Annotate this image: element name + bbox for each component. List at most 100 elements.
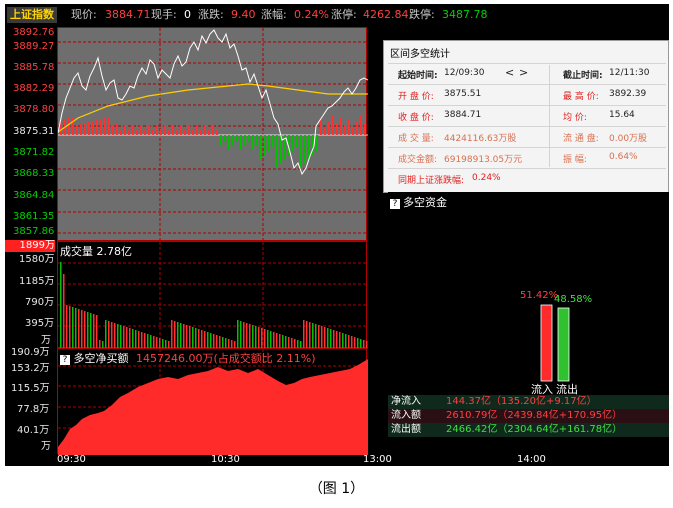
volume-bar <box>246 323 248 349</box>
volume-bar <box>63 274 65 349</box>
up-bar <box>348 119 350 135</box>
volume-caption: 成交量 2.78亿 <box>60 245 132 258</box>
volume-bar <box>333 330 335 349</box>
up-bar <box>136 129 138 135</box>
start-label: 起始时间: <box>398 71 438 81</box>
volume-bar <box>105 320 107 349</box>
volume-bar <box>195 328 197 349</box>
volume-bar <box>189 326 191 349</box>
volume-bar <box>252 325 254 349</box>
volume-bar <box>126 327 128 349</box>
change-label: 涨跌: <box>198 8 224 21</box>
float-label: 流 通 盘: <box>563 134 599 144</box>
up-bar <box>192 129 194 135</box>
amount-row: 成交金额: 69198913.05万元 振 幅: 0.64% <box>388 147 666 169</box>
volume-bar <box>183 324 185 349</box>
open-value: 3875.51 <box>444 89 482 99</box>
up-bar <box>144 129 146 135</box>
volume-bar <box>141 332 143 349</box>
up-bar <box>324 127 326 135</box>
volume-bar <box>114 323 116 349</box>
avg-value: 15.64 <box>609 110 635 120</box>
volume-bar <box>282 335 284 349</box>
help-icon[interactable]: ? <box>60 355 70 365</box>
up-bar <box>68 118 70 135</box>
volume-tick: 395万 <box>25 318 55 329</box>
up-bar <box>160 129 162 135</box>
amount-value: 69198913.05万元 <box>444 155 523 165</box>
outflow-name: 流出额 <box>391 424 421 435</box>
volume-bar <box>210 333 212 349</box>
up-bar <box>332 115 334 135</box>
same-period-row: 同期上证涨跌幅: 0.24% <box>388 168 666 190</box>
volume-bar <box>318 325 320 349</box>
volume-bar <box>90 313 92 349</box>
amount-label: 成交金额: <box>398 155 438 165</box>
end-label: 截止时间: <box>563 71 603 81</box>
up-bar <box>176 129 178 135</box>
open-label: 开 盘 价: <box>398 92 434 102</box>
price-tick: 3871.82 <box>13 147 55 158</box>
volume-bar <box>201 330 203 349</box>
volume-bar <box>342 333 344 349</box>
amplitude-value: 0.64% <box>609 152 638 162</box>
volume-bar <box>261 328 263 349</box>
volume-bar <box>306 321 308 349</box>
down-bar <box>268 135 270 151</box>
time-tick: 13:00 <box>363 454 392 465</box>
net-inflow-name: 净流入 <box>391 396 421 407</box>
volume-max-label: 1899万 <box>5 240 55 252</box>
up-bar <box>340 117 342 135</box>
up-bar <box>112 125 114 135</box>
price-tick: 3878.80 <box>13 104 55 115</box>
volume-bar <box>312 323 314 349</box>
volume-bar <box>144 333 146 349</box>
next-button[interactable]: > <box>519 66 528 79</box>
volume-bar <box>207 332 209 349</box>
pct-label: 涨幅: <box>261 8 287 21</box>
volume-bar <box>186 325 188 349</box>
price-tick: 3885.78 <box>13 62 55 73</box>
range-stats-dialog: 区间多空统计 起始时间: 12/09:30 < > 截止时间: 12/11:30… <box>383 40 669 193</box>
net-buy-chart[interactable]: ? 多空净买额 1457246.00万(占成交额比 2.11%) <box>57 348 368 455</box>
volume-bar <box>321 326 323 349</box>
dialog-title: 区间多空统计 <box>390 49 450 60</box>
change-value: 9.40 <box>231 8 256 21</box>
inflow-bar <box>540 304 553 382</box>
price-tick: 3861.35 <box>13 211 55 222</box>
volume-bar <box>81 310 83 349</box>
volume-bar <box>309 322 311 349</box>
down-bar <box>308 135 310 159</box>
price-chart[interactable] <box>57 27 368 242</box>
open-row: 开 盘 价: 3875.51 最 高 价: 3892.39 <box>388 84 666 106</box>
down-bar <box>236 135 238 141</box>
price-tick: 3882.29 <box>13 83 55 94</box>
price-tick: 3889.27 <box>13 41 55 52</box>
volume-tick: 1185万 <box>19 276 55 287</box>
net-buy-caption: ? 多空净买额 1457246.00万(占成交额比 2.11%) <box>60 352 316 365</box>
volume-chart[interactable]: 成交量 2.78亿 <box>57 241 368 349</box>
down-bar <box>256 135 258 145</box>
up-bar <box>200 129 202 135</box>
down-bar <box>248 135 250 141</box>
index-name[interactable]: 上证指数 <box>7 7 57 23</box>
up-bar <box>216 129 218 135</box>
up-bar <box>100 119 102 135</box>
prev-button[interactable]: < <box>505 66 514 79</box>
quote-header: 上证指数 现价: 3884.71 现手: 0 涨跌: 9.40 涨幅: 0.24… <box>5 4 669 26</box>
end-value: 12/11:30 <box>609 68 650 78</box>
up-bar <box>360 115 362 135</box>
figure-caption: （图 1） <box>308 481 365 497</box>
volume-bar <box>336 331 338 349</box>
up-bar <box>196 125 198 135</box>
volume-bar <box>174 321 176 349</box>
down-bar <box>240 135 242 149</box>
price-line <box>58 29 368 176</box>
down-bar <box>292 135 294 151</box>
volume-bar <box>345 334 347 349</box>
up-bar <box>108 117 110 135</box>
close-label: 收 盘 价: <box>398 113 434 123</box>
limit-up-value: 4262.84 <box>363 8 409 21</box>
volume-label: 成 交 量: <box>398 134 434 144</box>
volume-bar <box>327 328 329 349</box>
